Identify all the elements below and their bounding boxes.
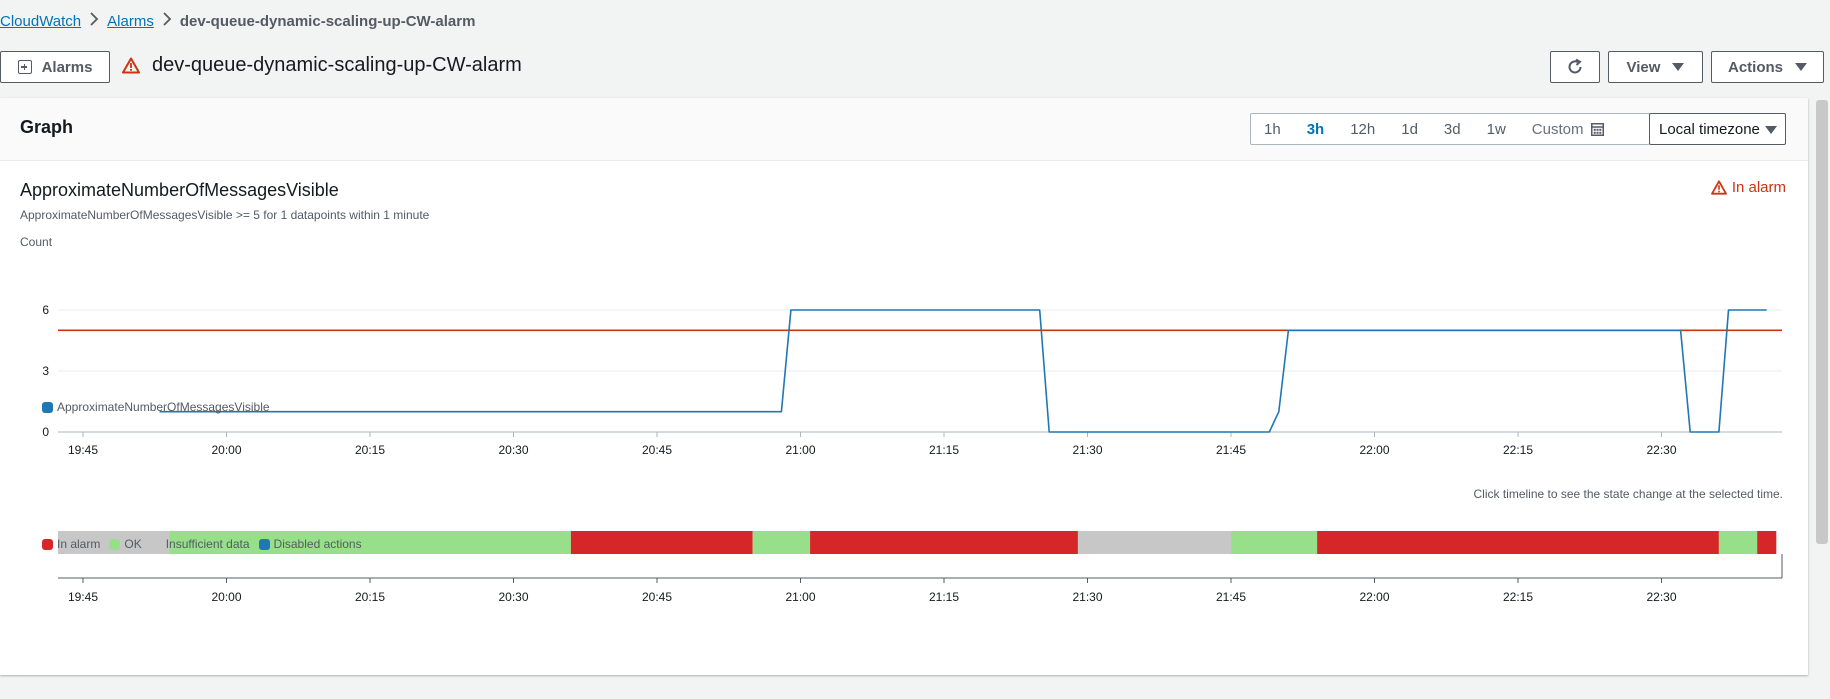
state-legend-item: Disabled actions <box>258 537 362 551</box>
timeline-x-tick-label: 20:45 <box>642 590 672 604</box>
alarms-button[interactable]: Alarms <box>0 51 110 83</box>
chevron-right-icon <box>81 12 107 30</box>
timeline-x-tick-label: 19:45 <box>68 590 98 604</box>
y-tick-label: 3 <box>42 364 49 378</box>
state-swatch <box>150 538 162 550</box>
graph-panel: Graph 1h 3h 12h 1d 3d 1w Custom Local ti… <box>0 98 1808 675</box>
view-button-label: View <box>1626 58 1661 76</box>
timeline-x-tick-label: 22:00 <box>1359 590 1389 604</box>
timeline-x-tick-label: 21:00 <box>785 590 815 604</box>
series-swatch <box>42 401 53 413</box>
state-legend-label: In alarm <box>57 537 101 551</box>
x-tick-label: 22:15 <box>1503 443 1533 457</box>
breadcrumb: CloudWatch Alarms dev-queue-dynamic-scal… <box>0 11 475 31</box>
timeline-x-tick-label: 21:45 <box>1216 590 1246 604</box>
y-axis-label: Count <box>20 235 53 249</box>
state-legend-item: OK <box>109 537 142 551</box>
refresh-button[interactable] <box>1550 51 1600 83</box>
title-row: Alarms dev-queue-dynamic-scaling-up-CW-a… <box>0 51 1830 85</box>
timeline-segment <box>570 531 753 554</box>
scrollbar[interactable] <box>1816 100 1828 544</box>
state-legend-label: Insufficient data <box>165 537 250 551</box>
state-legend-label: Disabled actions <box>273 537 362 551</box>
state-swatch <box>109 538 121 550</box>
add-square-icon <box>17 60 32 74</box>
state-legend-label: OK <box>124 537 142 551</box>
x-tick-label: 21:45 <box>1216 443 1246 457</box>
warning-icon <box>122 57 140 74</box>
x-tick-label: 20:45 <box>642 443 672 457</box>
legend-series-label: ApproximateNumberOfMessagesVisible <box>57 400 270 414</box>
breadcrumb-current: dev-queue-dynamic-scaling-up-CW-alarm <box>179 12 476 30</box>
x-tick-label: 22:30 <box>1646 443 1676 457</box>
x-tick-label: 21:15 <box>929 443 959 457</box>
state-legend-item: Insufficient data <box>150 537 250 551</box>
legend-item-series[interactable]: ApproximateNumberOfMessagesVisible <box>42 400 270 414</box>
actions-button-label: Actions <box>1727 58 1783 76</box>
alarm-name: dev-queue-dynamic-scaling-up-CW-alarm <box>152 54 522 76</box>
caret-down-icon <box>1672 63 1685 71</box>
timeline-x-tick-label: 22:30 <box>1646 590 1676 604</box>
timeline-segment <box>1317 531 1719 554</box>
view-button[interactable]: View <box>1608 51 1703 83</box>
timeline-segment <box>810 531 1078 554</box>
timeline-segment <box>752 531 811 554</box>
page-title: dev-queue-dynamic-scaling-up-CW-alarm <box>122 54 522 77</box>
x-tick-label: 21:00 <box>785 443 815 457</box>
timeline-x-tick-label: 21:30 <box>1072 590 1102 604</box>
actions-button[interactable]: Actions <box>1711 51 1824 83</box>
timeline-segment <box>1718 531 1758 554</box>
x-tick-label: 20:00 <box>211 443 241 457</box>
state-legend-item: In alarm <box>42 537 100 551</box>
breadcrumb-alarms[interactable]: Alarms <box>107 13 154 30</box>
timeline-x-tick-label: 21:15 <box>929 590 959 604</box>
x-tick-label: 20:15 <box>355 443 385 457</box>
timeline-x-tick-label: 20:15 <box>355 590 385 604</box>
breadcrumb-cloudwatch[interactable]: CloudWatch <box>0 13 81 30</box>
x-tick-label: 22:00 <box>1359 443 1389 457</box>
state-swatch <box>42 538 53 550</box>
alarms-button-label: Alarms <box>41 58 93 76</box>
state-legend: In alarm OK Insufficient data Disabled acti… <box>42 537 371 551</box>
y-tick-label: 0 <box>42 425 49 439</box>
series-legend: ApproximateNumberOfMessagesVisible <box>42 400 279 414</box>
y-tick-label: 6 <box>42 303 49 317</box>
x-tick-label: 19:45 <box>68 443 98 457</box>
timeline-hint: Click timeline to see the state change a… <box>1473 487 1784 501</box>
x-tick-label: 21:30 <box>1072 443 1102 457</box>
x-tick-label: 20:30 <box>498 443 528 457</box>
timeline-x-tick-label: 20:00 <box>211 590 241 604</box>
timeline-x-tick-label: 22:15 <box>1503 590 1533 604</box>
timeline-segment <box>1077 531 1231 554</box>
caret-down-icon <box>1795 63 1807 71</box>
timeline-segment <box>1757 531 1777 554</box>
state-swatch <box>258 538 270 550</box>
timeline-x-tick-label: 20:30 <box>498 590 528 604</box>
refresh-icon <box>1568 58 1582 74</box>
chevron-right-icon <box>154 12 180 30</box>
timeline-segment <box>1231 531 1318 554</box>
